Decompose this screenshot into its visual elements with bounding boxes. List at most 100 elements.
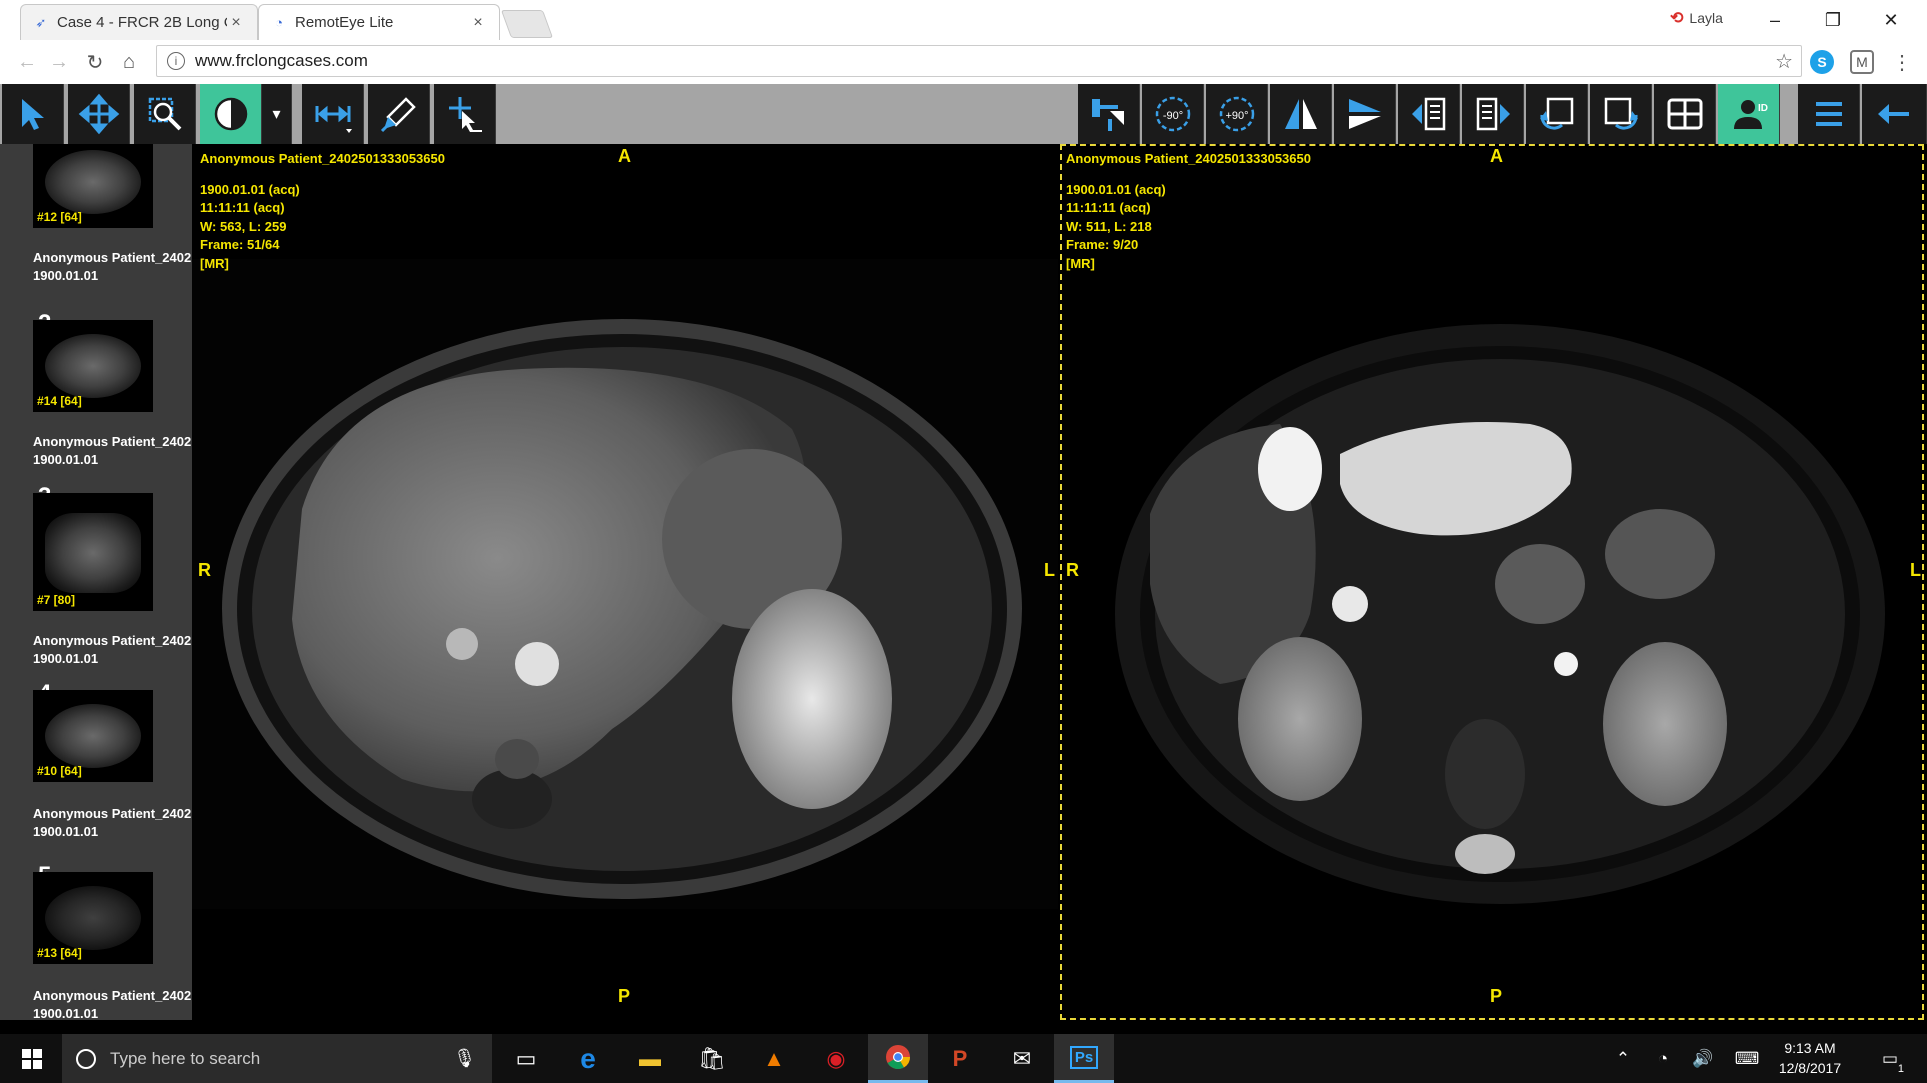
series-thumbnail-image[interactable]: #13 [64]	[33, 872, 153, 964]
edge-browser-icon[interactable]: e	[558, 1034, 618, 1083]
window-level-icon	[214, 97, 247, 131]
close-icon[interactable]: ×	[469, 14, 487, 32]
reload-button[interactable]: ↻	[80, 48, 110, 76]
reset-icon	[1604, 97, 1638, 130]
back-button[interactable]: ←	[12, 48, 42, 76]
skype-extension-icon[interactable]: S	[1810, 50, 1834, 74]
close-icon[interactable]: ×	[227, 14, 245, 32]
pointer-tool-button[interactable]	[2, 84, 64, 144]
right-image-viewport[interactable]: Anonymous Patient_2402501333053650 1900.…	[1060, 144, 1927, 1020]
mail-icon[interactable]: ✉	[992, 1034, 1052, 1083]
next-series-button[interactable]	[1462, 84, 1524, 144]
url-input[interactable]: i www.frclongcases.com ☆	[156, 45, 1802, 77]
task-view-icon[interactable]: ▭	[496, 1034, 556, 1083]
mr-image-right[interactable]	[1100, 254, 1900, 954]
series-patient-name: Anonymous Patient_2402	[33, 250, 192, 265]
overlay-modality: [MR]	[200, 255, 229, 271]
series-thumbnail-panel[interactable]: 1 #12 [64] Anonymous Patient_2402 1900.0…	[0, 144, 192, 1020]
svg-text:ID: ID	[1758, 103, 1768, 114]
close-window-button[interactable]: ✕	[1862, 0, 1920, 40]
home-button[interactable]: ⌂	[114, 48, 144, 76]
zoom-tool-button[interactable]	[134, 84, 196, 144]
orientation-posterior: P	[1490, 986, 1503, 1006]
store-icon[interactable]: 🛍	[682, 1034, 742, 1083]
series-date: 1900.01.01	[33, 651, 99, 666]
menu-icon	[1815, 102, 1842, 126]
volume-icon[interactable]: 🔊	[1686, 1034, 1720, 1083]
flip-vertical-button[interactable]	[1334, 84, 1396, 144]
orientation-right: R	[198, 560, 211, 580]
menu-button[interactable]	[1798, 84, 1860, 144]
series-thumbnail-image[interactable]: #12 [64]	[33, 144, 153, 228]
start-button[interactable]	[2, 1034, 62, 1083]
left-image-viewport[interactable]: Anonymous Patient_2402501333053650 1900.…	[192, 144, 1058, 1020]
minimize-button[interactable]: –	[1746, 0, 1804, 40]
layout-button[interactable]	[1654, 84, 1716, 144]
window-level-dropdown[interactable]: ▾	[262, 84, 292, 144]
new-tab-button[interactable]	[500, 10, 554, 38]
thumbnail-anatomy	[45, 513, 141, 593]
keyboard-icon[interactable]: ⌨	[1730, 1034, 1764, 1083]
vlc-icon[interactable]: ▲	[744, 1034, 804, 1083]
hanging-protocol-button[interactable]	[1078, 84, 1140, 144]
reset-button[interactable]	[1590, 84, 1652, 144]
file-explorer-icon[interactable]: ▬	[620, 1034, 680, 1083]
probe-tool-button[interactable]	[368, 84, 430, 144]
creative-cloud-icon[interactable]: ◉	[806, 1034, 866, 1083]
overlay-time: 11:11:11 (acq)	[200, 200, 285, 215]
rotate-left-label: -90°	[1162, 110, 1182, 122]
restore-button[interactable]: ❐	[1804, 0, 1862, 40]
series-thumbnail-image[interactable]: #14 [64]	[33, 320, 153, 412]
sync-button[interactable]	[1526, 84, 1588, 144]
bookmark-star-icon[interactable]: ☆	[1775, 49, 1793, 74]
profile-name: Layla	[1689, 10, 1723, 26]
mr-image-left[interactable]	[192, 259, 1058, 909]
taskbar-search-input[interactable]: Type here to search 🎙	[62, 1034, 492, 1083]
series-patient-name: Anonymous Patient_2402	[33, 988, 192, 1003]
patient-id-icon: ID	[1733, 100, 1768, 129]
flip-horizontal-icon	[1284, 99, 1317, 129]
system-clock[interactable]: 9:13 AM 12/8/2017	[1770, 1038, 1850, 1078]
probe-icon	[380, 97, 416, 133]
browser-menu-icon[interactable]: ⋮	[1890, 50, 1914, 74]
notification-center-icon[interactable]: ▭ 1	[1870, 1034, 1910, 1083]
back-nav-button[interactable]	[1862, 84, 1927, 144]
series-frame-count: #14 [64]	[37, 394, 82, 408]
network-icon[interactable]: ◔	[1646, 1034, 1680, 1083]
window-level-tool-button[interactable]	[200, 84, 262, 144]
rotate-right-button[interactable]: +90°	[1206, 84, 1268, 144]
flip-vertical-icon	[1348, 99, 1381, 129]
rotate-right-icon: +90°	[1219, 96, 1254, 132]
patient-id-button[interactable]: ID	[1718, 84, 1780, 144]
flip-horizontal-button[interactable]	[1270, 84, 1332, 144]
cortana-icon	[76, 1048, 96, 1069]
extension-icon[interactable]: M	[1850, 50, 1874, 74]
mr-scan-graphic	[1115, 324, 1885, 904]
series-date: 1900.01.01	[33, 824, 99, 839]
series-thumbnail-image[interactable]: #10 [64]	[33, 690, 153, 782]
pan-tool-button[interactable]	[68, 84, 130, 144]
rotate-left-button[interactable]: -90°	[1142, 84, 1204, 144]
chrome-logo-icon	[886, 1045, 910, 1070]
tab-remoteye-lite[interactable]: ◔ RemotEye Lite ×	[258, 4, 500, 40]
previous-series-icon	[1411, 97, 1445, 131]
tab-case-4[interactable]: ➶ Case 4 - FRCR 2B Long C ×	[20, 4, 258, 40]
tab-title: RemotEye Lite	[295, 14, 394, 31]
tab-title: Case 4 - FRCR 2B Long C	[57, 14, 227, 31]
series-thumbnail-image[interactable]: #7 [80]	[33, 493, 153, 611]
localizer-tool-button[interactable]	[434, 84, 496, 144]
profile-button[interactable]: ⟲ Layla	[1670, 8, 1723, 28]
localizer-icon	[448, 97, 482, 132]
windows-taskbar: Type here to search 🎙 ▭ e ▬ 🛍 ▲ ◉ P ✉ Ps…	[0, 1034, 1927, 1083]
microphone-icon[interactable]: 🎙	[453, 1048, 476, 1069]
chrome-icon[interactable]	[868, 1034, 928, 1083]
sync-icon	[1539, 97, 1573, 130]
forward-button[interactable]: →	[44, 48, 74, 76]
previous-series-button[interactable]	[1398, 84, 1460, 144]
powerpoint-icon[interactable]: P	[930, 1034, 990, 1083]
series-frame-count: #10 [64]	[37, 764, 82, 778]
site-info-icon[interactable]: i	[167, 52, 185, 70]
measure-tool-button[interactable]	[302, 84, 364, 144]
chevron-up-icon[interactable]: ⌃	[1606, 1034, 1640, 1083]
photoshop-icon[interactable]: Ps	[1054, 1034, 1114, 1083]
